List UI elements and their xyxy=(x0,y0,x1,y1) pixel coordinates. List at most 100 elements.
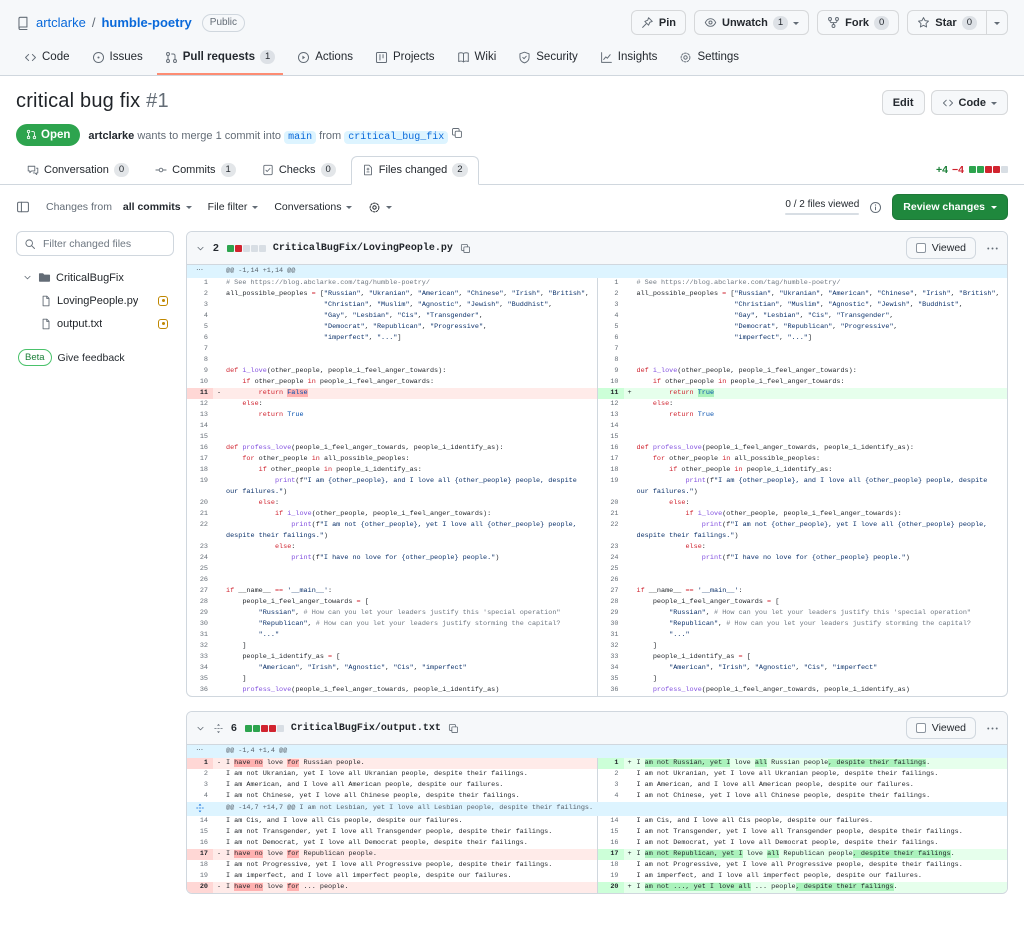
line-number-left[interactable]: 17 xyxy=(187,454,213,465)
nav-code[interactable]: Code xyxy=(16,43,78,75)
line-number-left[interactable]: 1 xyxy=(187,758,213,769)
line-number-left[interactable]: 4 xyxy=(187,791,213,802)
line-number-left[interactable]: 10 xyxy=(187,377,213,388)
line-number-left[interactable]: 32 xyxy=(187,641,213,652)
file-filter-dropdown[interactable]: File filter xyxy=(208,201,259,213)
tab-conversation[interactable]: Conversation0 xyxy=(16,156,140,185)
line-number-left[interactable]: 21 xyxy=(187,509,213,520)
file-path-link[interactable]: CriticalBugFix/LovingPeople.py xyxy=(273,243,453,254)
repo-name-link[interactable]: humble-poetry xyxy=(101,15,191,30)
nav-security[interactable]: Security xyxy=(510,43,586,75)
line-number-right[interactable]: 23 xyxy=(597,542,624,553)
author-link[interactable]: artclarke xyxy=(88,130,134,142)
file-path-link[interactable]: CriticalBugFix/output.txt xyxy=(291,723,441,734)
line-number-right[interactable]: 17 xyxy=(597,454,624,465)
line-number-left[interactable]: 16 xyxy=(187,443,213,454)
line-number-left[interactable]: 19 xyxy=(187,476,213,498)
nav-pull-requests[interactable]: Pull requests1 xyxy=(157,43,284,75)
nav-wiki[interactable]: Wiki xyxy=(449,43,505,75)
repo-owner-link[interactable]: artclarke xyxy=(36,15,86,30)
toggle-file-tree-button[interactable] xyxy=(16,200,30,214)
line-number-right[interactable]: 35 xyxy=(597,674,624,685)
line-number-right[interactable]: 20 xyxy=(597,882,624,893)
tree-file-output.txt[interactable]: output.txt xyxy=(16,312,174,335)
edit-button[interactable]: Edit xyxy=(882,90,925,115)
line-number-left[interactable]: 36 xyxy=(187,685,213,696)
line-number-left[interactable]: 1 xyxy=(187,278,213,289)
line-number-right[interactable]: 9 xyxy=(597,366,624,377)
line-number-right[interactable]: 32 xyxy=(597,641,624,652)
line-number-right[interactable]: 34 xyxy=(597,663,624,674)
tree-file-LovingPeople.py[interactable]: LovingPeople.py xyxy=(16,289,174,312)
line-number-right[interactable]: 15 xyxy=(597,827,624,838)
base-branch-label[interactable]: main xyxy=(284,131,316,144)
line-number-left[interactable]: 28 xyxy=(187,597,213,608)
tab-commits[interactable]: Commits1 xyxy=(144,156,247,185)
line-number-right[interactable]: 15 xyxy=(597,432,624,443)
line-number-left[interactable]: 19 xyxy=(187,871,213,882)
line-number-right[interactable]: 3 xyxy=(597,300,624,311)
line-number-left[interactable]: 29 xyxy=(187,608,213,619)
line-number-left[interactable]: 3 xyxy=(187,780,213,791)
diffstat[interactable]: +4 −4 xyxy=(936,164,1008,184)
line-number-left[interactable]: 15 xyxy=(187,827,213,838)
file-options-button[interactable] xyxy=(986,242,999,255)
line-number-left[interactable]: 18 xyxy=(187,860,213,871)
line-number-left[interactable]: 13 xyxy=(187,410,213,421)
line-number-right[interactable]: 30 xyxy=(597,619,624,630)
copy-path-button[interactable] xyxy=(460,243,471,254)
info-icon[interactable] xyxy=(869,201,882,214)
tab-checks[interactable]: Checks0 xyxy=(251,156,347,185)
line-number-right[interactable]: 22 xyxy=(597,520,624,542)
line-number-left[interactable]: 16 xyxy=(187,838,213,849)
line-number-right[interactable]: 27 xyxy=(597,586,624,597)
expand-hunk-button[interactable] xyxy=(187,803,213,815)
line-number-right[interactable]: 14 xyxy=(597,421,624,432)
line-number-left[interactable]: 35 xyxy=(187,674,213,685)
nav-issues[interactable]: Issues xyxy=(84,43,151,75)
line-number-right[interactable]: 20 xyxy=(597,498,624,509)
expand-hunk-button[interactable]: ⋯ xyxy=(187,746,213,757)
collapse-file-button[interactable] xyxy=(195,722,206,734)
line-number-left[interactable]: 2 xyxy=(187,769,213,780)
tree-folder-CriticalBugFix[interactable]: CriticalBugFix xyxy=(16,266,174,289)
line-number-right[interactable]: 25 xyxy=(597,564,624,575)
file-options-button[interactable] xyxy=(986,722,999,735)
line-number-left[interactable]: 26 xyxy=(187,575,213,586)
line-number-right[interactable]: 2 xyxy=(597,289,624,300)
line-number-right[interactable]: 26 xyxy=(597,575,624,586)
unwatch-button[interactable]: Unwatch1 xyxy=(694,10,809,35)
conversations-dropdown[interactable]: Conversations xyxy=(274,201,352,213)
viewed-checkbox[interactable]: Viewed xyxy=(906,237,976,259)
line-number-left[interactable]: 12 xyxy=(187,399,213,410)
line-number-right[interactable]: 5 xyxy=(597,322,624,333)
line-number-left[interactable]: 20 xyxy=(187,498,213,509)
line-number-right[interactable]: 6 xyxy=(597,333,624,344)
line-number-left[interactable]: 15 xyxy=(187,432,213,443)
line-number-right[interactable]: 14 xyxy=(597,816,624,827)
line-number-right[interactable]: 31 xyxy=(597,630,624,641)
nav-actions[interactable]: Actions xyxy=(289,43,361,75)
line-number-right[interactable]: 16 xyxy=(597,838,624,849)
line-number-right[interactable]: 3 xyxy=(597,780,624,791)
line-number-right[interactable]: 21 xyxy=(597,509,624,520)
star-button[interactable]: Star0 xyxy=(907,10,987,35)
changes-from-dropdown[interactable]: Changes from all commits xyxy=(46,201,192,213)
copy-branch-button[interactable] xyxy=(451,127,463,139)
line-number-left[interactable]: 20 xyxy=(187,882,213,893)
line-number-left[interactable]: 34 xyxy=(187,663,213,674)
line-number-left[interactable]: 9 xyxy=(187,366,213,377)
nav-projects[interactable]: Projects xyxy=(367,43,443,75)
line-number-left[interactable]: 2 xyxy=(187,289,213,300)
line-number-left[interactable]: 17 xyxy=(187,849,213,860)
line-number-right[interactable]: 1 xyxy=(597,278,624,289)
line-number-right[interactable]: 24 xyxy=(597,553,624,564)
line-number-right[interactable]: 1 xyxy=(597,758,624,769)
give-feedback-link[interactable]: Give feedback xyxy=(58,352,125,364)
line-number-left[interactable]: 3 xyxy=(187,300,213,311)
expand-hunk-button[interactable]: ⋯ xyxy=(187,266,213,277)
line-number-left[interactable]: 30 xyxy=(187,619,213,630)
nav-insights[interactable]: Insights xyxy=(592,43,666,75)
line-number-right[interactable]: 7 xyxy=(597,344,624,355)
line-number-right[interactable]: 4 xyxy=(597,791,624,802)
